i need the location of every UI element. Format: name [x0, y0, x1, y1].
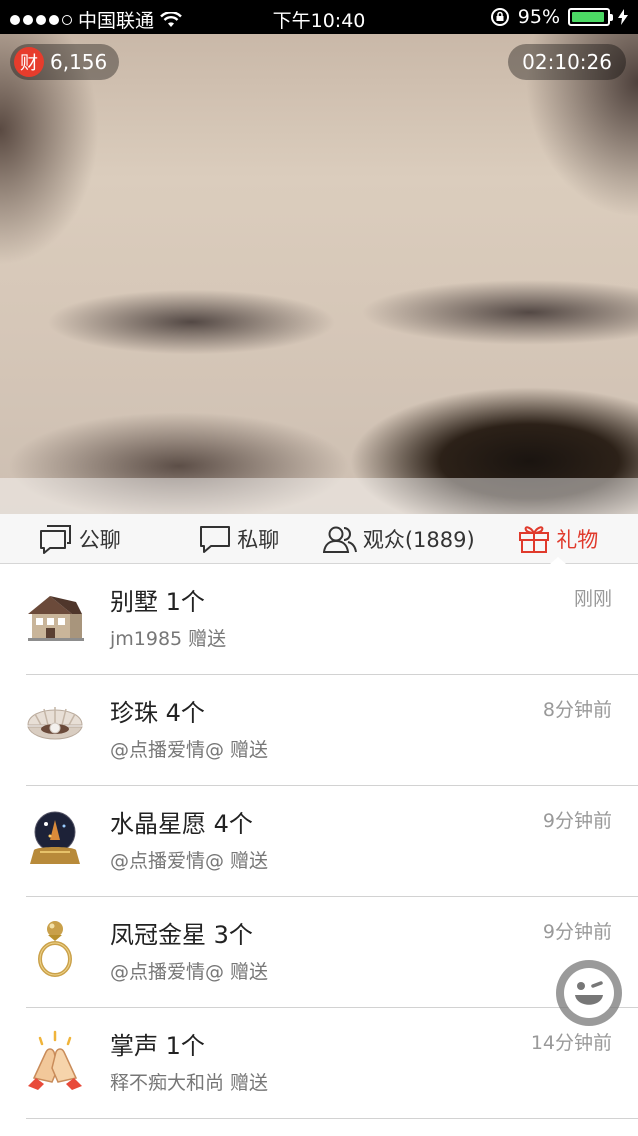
list-item[interactable]: 水晶星愿 4个 @点播爱情@ 赠送 9分钟前: [0, 786, 638, 897]
rotation-lock-icon: [490, 8, 509, 26]
wink-face-icon: [564, 968, 614, 1018]
gift-time: 9分钟前: [542, 921, 612, 943]
crystal-ball-icon: [30, 811, 80, 864]
gift-sender: @点播爱情@ 赠送: [110, 850, 269, 872]
list-item[interactable]: 掌声 1个 释不痴大和尚 赠送 14分钟前: [0, 1008, 638, 1119]
gift-sender: 释不痴大和尚 赠送: [110, 1072, 269, 1094]
gift-name: 凤冠金星 3个: [110, 921, 253, 949]
tab-audience[interactable]: 观众(1889): [319, 514, 479, 563]
tab-public-chat[interactable]: 公聊: [0, 514, 160, 563]
battery-icon: [568, 8, 613, 26]
gift-time: 8分钟前: [542, 699, 612, 721]
gift-time: 14分钟前: [530, 1032, 612, 1054]
clapping-hands-icon: [28, 1030, 82, 1090]
live-duration: 02:10:26: [508, 44, 626, 80]
list-item[interactable]: 珍珠 4个 @点播爱情@ 赠送 8分钟前: [0, 675, 638, 786]
gift-icon: [519, 525, 550, 553]
gift-sender: jm1985 赠送: [110, 628, 227, 650]
chat-bubbles-icon: [39, 524, 71, 554]
tab-label: 私聊: [237, 527, 280, 552]
status-bar: 中国联通 下午10:40 95%: [0, 0, 638, 34]
gift-name: 别墅 1个: [110, 588, 205, 616]
battery-fill: [572, 12, 605, 22]
gift-name: 珍珠 4个: [110, 699, 205, 727]
tab-label: 礼物: [556, 527, 599, 552]
scrolling-ticker: ): [0, 478, 638, 514]
pearl-shell-icon: [27, 707, 83, 740]
gift-name: 掌声 1个: [110, 1032, 205, 1060]
tab-private-chat[interactable]: 私聊: [160, 514, 320, 563]
villa-icon: [28, 596, 84, 641]
wealth-badge[interactable]: 财 6,156: [10, 44, 120, 80]
gift-name: 水晶星愿 4个: [110, 810, 253, 838]
gift-sender: @点播爱情@ 赠送: [110, 961, 269, 983]
gift-time: 9分钟前: [542, 810, 612, 832]
status-right: 95%: [490, 6, 628, 28]
gift-time: 刚刚: [573, 588, 612, 610]
tab-label: 公聊: [78, 527, 121, 552]
live-video[interactable]: 财 6,156 02:10:26 ): [0, 34, 638, 514]
room-tabs: 公聊 私聊 观众(1889) 礼物: [0, 514, 638, 564]
list-item[interactable]: 凤冠金星 3个 @点播爱情@ 赠送 9分钟前: [0, 897, 638, 1008]
charging-icon: [618, 9, 628, 25]
wealth-value: 6,156: [50, 50, 108, 74]
tab-label: 观众(1889): [362, 527, 475, 552]
gift-list: 别墅 1个 jm1985 赠送 刚刚 珍珠 4个 @点播爱情@ 赠送 8分钟前 …: [0, 564, 638, 1119]
chat-bubble-icon: [200, 525, 231, 553]
emoji-button[interactable]: [556, 960, 622, 1026]
tab-gifts[interactable]: 礼物: [479, 514, 638, 563]
users-icon: [322, 526, 357, 553]
divider: [26, 1118, 638, 1119]
gold-ring-icon: [38, 921, 72, 977]
wealth-icon: 财: [14, 47, 44, 77]
list-item[interactable]: 别墅 1个 jm1985 赠送 刚刚: [0, 564, 638, 675]
gift-sender: @点播爱情@ 赠送: [110, 739, 269, 761]
battery-percent: 95%: [517, 6, 560, 28]
